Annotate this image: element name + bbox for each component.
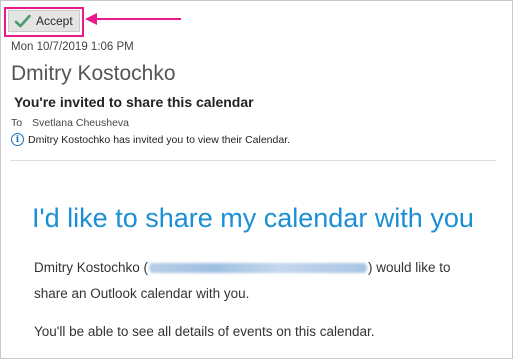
invitation-headline: I'd like to share my calendar with you (32, 203, 474, 233)
blurred-email-link[interactable] (149, 263, 368, 274)
to-label: To (11, 117, 23, 129)
info-icon: i (11, 133, 24, 146)
sender-name[interactable]: Dmitry Kostochko (11, 62, 176, 86)
invitation-text-end: ) would like to (368, 260, 451, 275)
highlight-box (4, 7, 84, 37)
message-date: Mon 10/7/2019 1:06 PM (11, 41, 134, 53)
info-bar: i Dmitry Kostochko has invited you to vi… (11, 133, 290, 146)
invitation-text-line2: share an Outlook calendar with you. (34, 286, 250, 301)
info-text: Dmitry Kostochko has invited you to view… (28, 133, 291, 146)
invitation-text-start: Dmitry Kostochko ( (34, 260, 149, 275)
arrow-left-icon (85, 13, 181, 25)
invitation-paragraph: Dmitry Kostochko ( ) would like to share … (34, 255, 451, 307)
divider (10, 160, 496, 161)
recipient-name[interactable]: Svetlana Cheusheva (32, 117, 129, 129)
details-paragraph: You'll be able to see all details of eve… (34, 324, 375, 339)
recipients-row: To Svetlana Cheusheva (11, 117, 129, 129)
message-subject: You're invited to share this calendar (14, 94, 254, 110)
